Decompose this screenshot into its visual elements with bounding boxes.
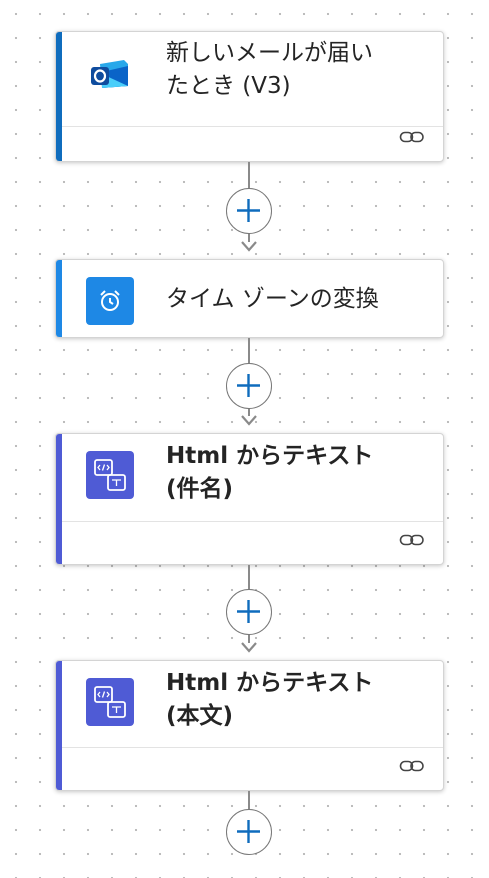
flow-step-html-to-text-subject[interactable]: Html からテキスト (件名): [55, 433, 444, 565]
plus-icon: [237, 199, 260, 222]
step-title: Html からテキスト (本文): [166, 667, 423, 733]
step-title-line2: たとき (V3): [166, 73, 291, 99]
flow-step-convert-time-zone[interactable]: タイム ゾーンの変換: [55, 259, 444, 338]
card-divider: [62, 126, 443, 127]
arrow-down-icon: [241, 415, 257, 426]
plus-icon: [237, 374, 260, 397]
plus-icon: [237, 820, 260, 843]
step-title-line1: タイム ゾーンの変換: [166, 286, 379, 312]
step-title: Html からテキスト (件名): [166, 440, 423, 506]
link-icon[interactable]: [399, 758, 425, 774]
card-accent: [56, 260, 62, 337]
arrow-down-icon: [241, 642, 257, 653]
step-title-line1: 新しいメールが届い: [166, 40, 373, 66]
html-to-text-icon: [86, 451, 134, 499]
card-divider: [62, 747, 443, 748]
card-accent: [56, 661, 62, 790]
step-title-line2: (件名): [166, 476, 234, 502]
html-to-text-icon: [86, 678, 134, 726]
step-title-line2: (本文): [166, 703, 234, 729]
link-icon[interactable]: [399, 532, 425, 548]
add-step-button[interactable]: [226, 809, 272, 855]
card-accent: [56, 32, 62, 161]
connector-line: [248, 791, 250, 811]
step-title-line1: Html からテキスト: [166, 443, 374, 469]
flow-step-html-to-text-body[interactable]: Html からテキスト (本文): [55, 660, 444, 791]
alarm-clock-icon: [86, 277, 134, 325]
card-accent: [56, 434, 62, 564]
step-title: タイム ゾーンの変換: [166, 283, 423, 316]
step-title-line1: Html からテキスト: [166, 670, 374, 696]
plus-icon: [237, 600, 260, 623]
outlook-icon: [86, 50, 134, 98]
card-divider: [62, 521, 443, 522]
flow-step-new-email[interactable]: 新しいメールが届い たとき (V3): [55, 31, 444, 162]
add-step-button[interactable]: [226, 188, 272, 234]
arrow-down-icon: [241, 241, 257, 252]
step-title: 新しいメールが届い たとき (V3): [166, 37, 423, 103]
add-step-button[interactable]: [226, 589, 272, 635]
link-icon[interactable]: [399, 129, 425, 145]
add-step-button[interactable]: [226, 363, 272, 409]
